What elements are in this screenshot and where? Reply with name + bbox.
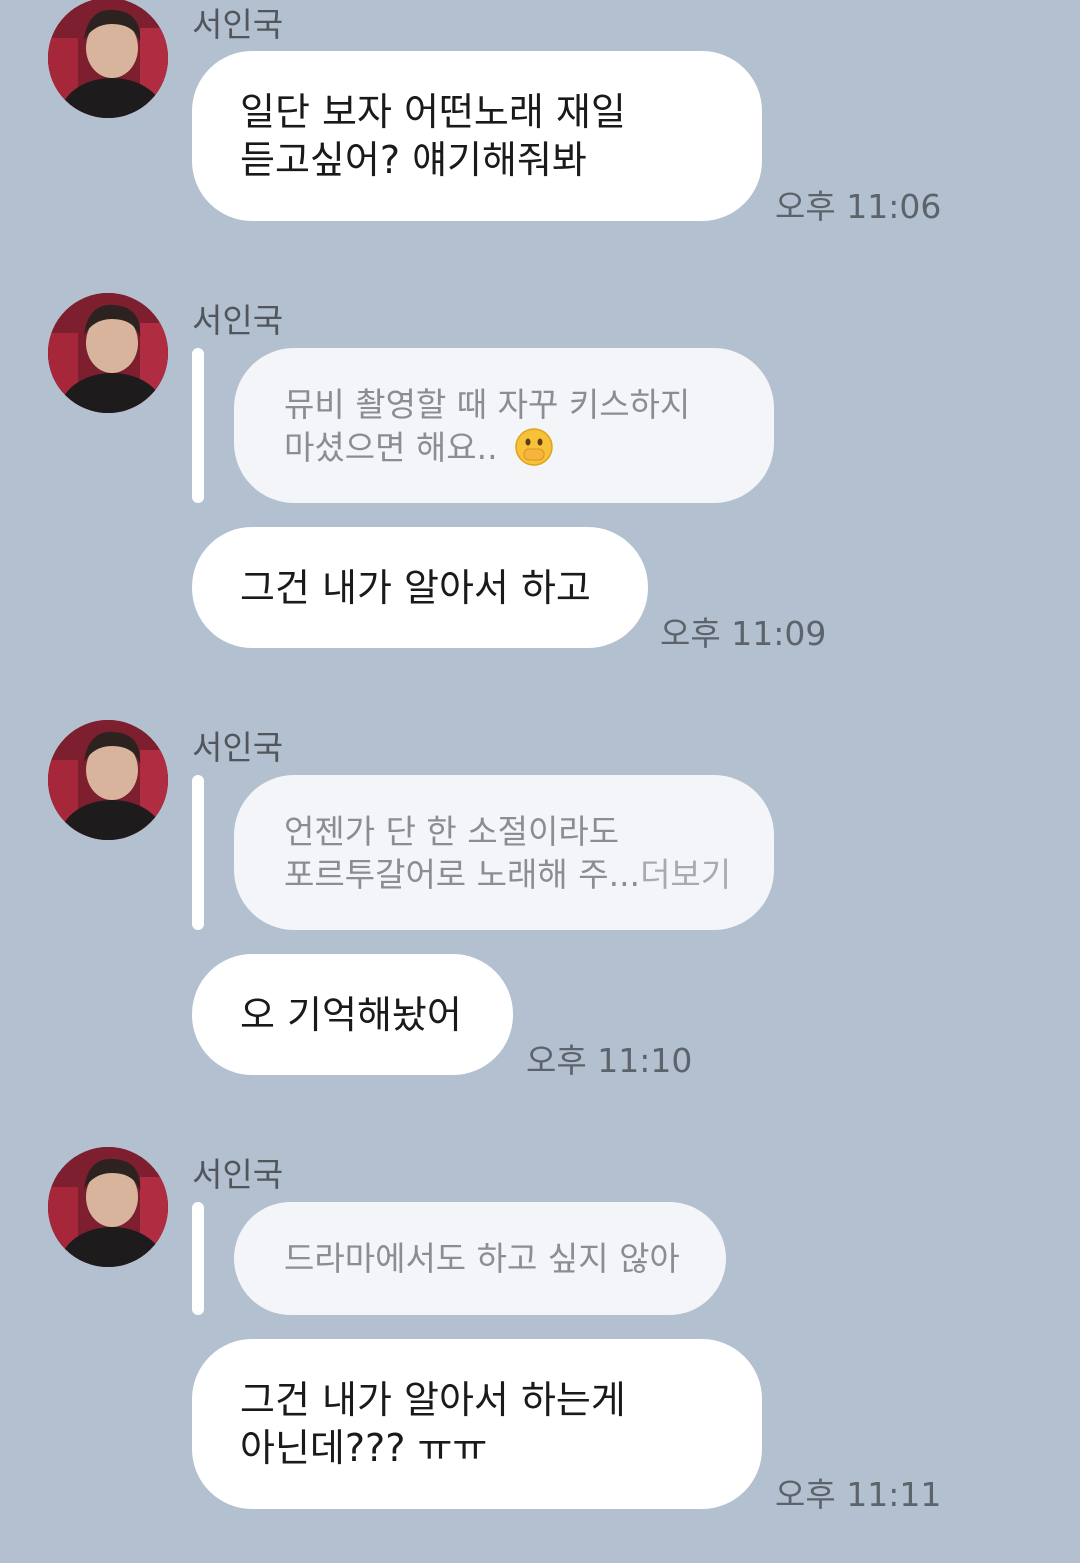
sender-avatar[interactable]: [48, 1147, 168, 1267]
quoted-message[interactable]: 뮤비 촬영할 때 자꾸 키스하지 마셨으면 해요..: [234, 348, 774, 503]
message-line: 오 기억해놨어: [240, 992, 462, 1037]
quoted-line: 포르투갈어로 노래해 주...: [284, 854, 641, 894]
quoted-line-with-emoji: 마셨으면 해요..: [284, 426, 724, 469]
sender-name: 서인국: [192, 5, 284, 44]
sender-name: 서인국: [192, 301, 284, 340]
reply-indicator-bar: [192, 348, 204, 503]
sender-name: 서인국: [192, 1155, 284, 1194]
message-line: 듣고싶어? 얘기해줘봐: [240, 138, 587, 182]
reply-indicator-bar: [192, 1202, 204, 1315]
quoted-message[interactable]: 드라마에서도 하고 싶지 않아: [234, 1202, 726, 1315]
message-bubble[interactable]: 오 기억해놨어: [192, 954, 513, 1075]
quoted-line: 마셨으면 해요..: [284, 427, 498, 467]
message-line: 그건 내가 알아서 하고: [240, 565, 591, 610]
quoted-message[interactable]: 언젠가 단 한 소절이라도 포르투갈어로 노래해 주...더보기: [234, 775, 774, 930]
face-with-hand-over-mouth-emoji: [515, 427, 553, 466]
message-line: 일단 보자 어떤노래 재일: [240, 90, 626, 134]
message-time: 오후 11:10: [526, 1041, 693, 1080]
quoted-line-with-more: 포르투갈어로 노래해 주...더보기: [284, 853, 731, 896]
quoted-line: 언젠가 단 한 소절이라도: [284, 811, 620, 851]
quoted-line: 드라마에서도 하고 싶지 않아: [284, 1239, 680, 1278]
sender-avatar[interactable]: [48, 720, 168, 840]
message-time: 오후 11:11: [775, 1475, 942, 1514]
sender-avatar[interactable]: [48, 0, 168, 118]
message-time: 오후 11:09: [660, 614, 827, 653]
message-line: 그건 내가 알아서 하는게: [240, 1378, 626, 1422]
quoted-line: 뮤비 촬영할 때 자꾸 키스하지: [284, 384, 691, 424]
sender-name: 서인국: [192, 728, 284, 767]
sender-avatar[interactable]: [48, 293, 168, 413]
show-more-link[interactable]: 더보기: [640, 855, 731, 894]
message-bubble[interactable]: 일단 보자 어떤노래 재일 듣고싶어? 얘기해줘봐: [192, 51, 762, 221]
message-line: 아닌데??? ㅠㅠ: [240, 1426, 488, 1470]
message-bubble[interactable]: 그건 내가 알아서 하는게 아닌데??? ㅠㅠ: [192, 1339, 762, 1509]
message-time: 오후 11:06: [775, 187, 942, 226]
message-bubble[interactable]: 그건 내가 알아서 하고: [192, 527, 648, 648]
reply-indicator-bar: [192, 775, 204, 930]
